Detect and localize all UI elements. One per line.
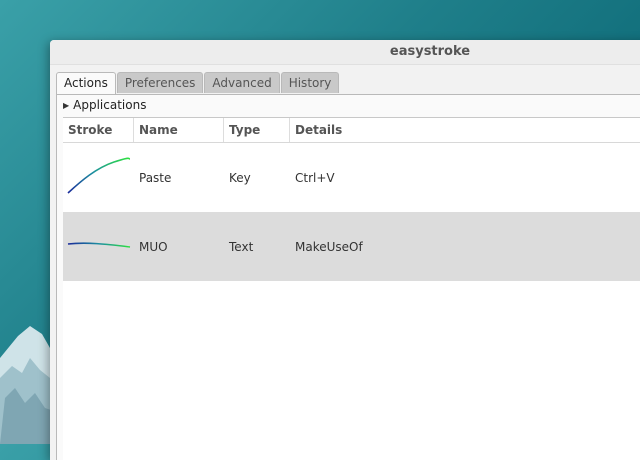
column-header-type[interactable]: Type xyxy=(224,118,290,142)
stroke-preview xyxy=(63,235,134,258)
table-row[interactable]: MUO Text MakeUseOf xyxy=(63,212,640,281)
tab-preferences[interactable]: Preferences xyxy=(116,72,204,93)
tab-actions[interactable]: Actions xyxy=(56,72,116,94)
applications-expander-label: Applications xyxy=(73,98,147,112)
column-header-name[interactable]: Name xyxy=(134,118,224,142)
list-header: Stroke Name Type Details xyxy=(63,118,640,143)
easystroke-window: easystroke Actions Preferences Advanced … xyxy=(50,40,640,460)
tab-bar: Actions Preferences Advanced History xyxy=(56,72,340,94)
table-row[interactable]: Paste Key Ctrl+V xyxy=(63,143,640,212)
applications-expander[interactable]: ▶ Applications xyxy=(57,95,640,115)
actions-list: Stroke Name Type Details Paste Key Ctrl+… xyxy=(63,117,640,460)
column-header-details[interactable]: Details xyxy=(290,118,640,142)
row-type: Key xyxy=(229,170,251,185)
stroke-muo-icon xyxy=(67,242,131,248)
stroke-paste-icon xyxy=(67,157,131,194)
column-header-stroke[interactable]: Stroke xyxy=(63,118,134,142)
row-details: Ctrl+V xyxy=(295,170,335,185)
window-title: easystroke xyxy=(50,40,640,65)
row-name: MUO xyxy=(139,239,168,254)
row-type: Text xyxy=(229,239,254,254)
tab-history[interactable]: History xyxy=(280,72,340,93)
tab-advanced[interactable]: Advanced xyxy=(204,72,280,93)
expander-arrow-icon: ▶ xyxy=(63,100,70,110)
actions-panel: ▶Applications Stroke Name Type Details xyxy=(56,94,640,460)
row-name: Paste xyxy=(139,170,172,185)
stroke-preview xyxy=(63,156,134,199)
row-details: MakeUseOf xyxy=(295,239,363,254)
